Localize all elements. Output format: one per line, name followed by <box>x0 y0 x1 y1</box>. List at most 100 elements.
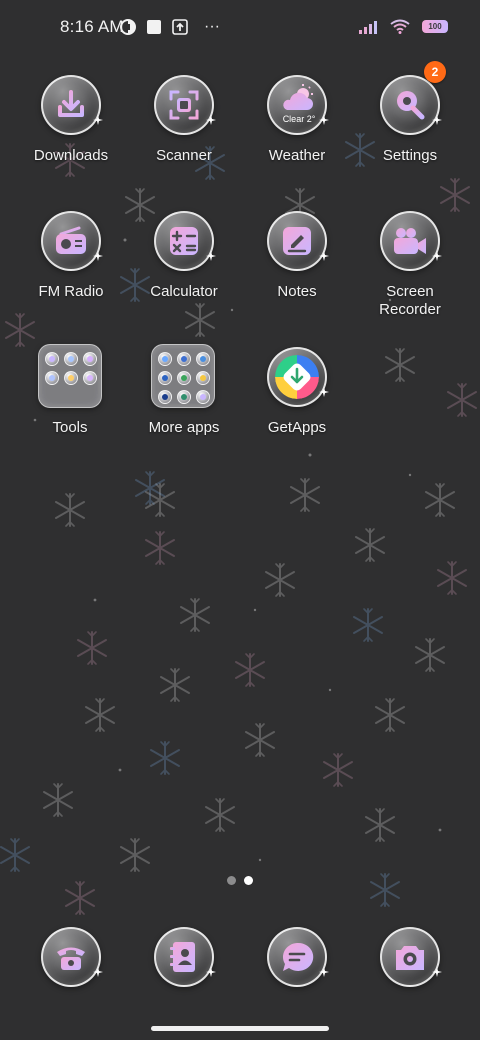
battery-level: 100 <box>428 22 442 31</box>
scanner-icon-button[interactable] <box>154 75 216 135</box>
sparkle-icon <box>206 251 216 261</box>
screen-recorder-icon-button[interactable] <box>380 211 442 271</box>
more-notifications-icon: ··· <box>204 18 220 35</box>
mini-app-icon <box>83 352 97 366</box>
dock-contacts[interactable] <box>154 927 216 987</box>
app-getapps[interactable] <box>267 347 329 407</box>
calculator-icon <box>170 227 198 255</box>
getapps-label[interactable]: GetApps <box>237 419 357 437</box>
sparkle-icon <box>206 967 216 977</box>
dock-phone[interactable] <box>41 927 103 987</box>
sparkle-icon <box>432 115 442 125</box>
camera-icon <box>396 946 424 970</box>
app-settings[interactable]: 2 <box>380 61 446 135</box>
square-notification-icon <box>147 20 161 34</box>
page-indicator[interactable] <box>0 876 480 885</box>
folder-more-apps[interactable] <box>151 344 215 408</box>
mini-app-icon <box>45 352 59 366</box>
status-bar: 8:16 AM ··· 100 <box>0 0 480 56</box>
upload-icon <box>172 19 188 35</box>
sparkle-icon <box>206 115 216 125</box>
getapps-logo-icon <box>275 355 319 399</box>
dock-messages[interactable] <box>267 927 329 987</box>
sparkle-icon <box>93 115 103 125</box>
app-scanner[interactable] <box>154 75 216 135</box>
notes-icon <box>283 227 311 255</box>
notes-icon-button[interactable] <box>267 211 329 271</box>
sparkle-icon <box>319 115 329 125</box>
home-indicator[interactable] <box>151 1026 329 1031</box>
contacts-icon <box>170 942 195 972</box>
battery-icon: 100 <box>422 20 448 33</box>
mini-app-icon <box>158 352 172 366</box>
folder-tools[interactable] <box>38 344 102 408</box>
screen-recorder-label[interactable]: Screen Recorder <box>350 283 470 319</box>
mini-app-icon <box>177 371 191 385</box>
camera-icon-button[interactable] <box>380 927 442 987</box>
mini-app-icon <box>196 352 210 366</box>
downloads-icon-button[interactable] <box>41 75 103 135</box>
fm-radio-icon-button[interactable] <box>41 211 103 271</box>
phone-icon <box>57 947 85 970</box>
video-camera-icon <box>394 228 426 254</box>
weather-label[interactable]: Weather <box>237 147 357 165</box>
downloads-label[interactable]: Downloads <box>11 147 131 165</box>
mini-app-icon <box>45 371 59 385</box>
tools-label[interactable]: Tools <box>10 419 130 437</box>
mini-app-icon <box>83 371 97 385</box>
wifi-icon <box>390 19 410 34</box>
data-saver-icon <box>120 19 136 35</box>
mini-app-icon <box>177 352 191 366</box>
mini-app-icon <box>196 390 210 404</box>
messages-icon <box>282 942 314 971</box>
status-time: 8:16 AM <box>60 17 124 36</box>
app-notes[interactable] <box>267 211 329 271</box>
weather-icon <box>283 84 313 110</box>
app-downloads[interactable] <box>41 75 103 135</box>
mini-app-icon <box>64 352 78 366</box>
app-screen-recorder[interactable] <box>380 211 442 271</box>
tools-folder-icon[interactable] <box>38 344 102 408</box>
mini-app-icon <box>64 371 78 385</box>
status-system-icons: 100 <box>358 19 448 34</box>
fm-radio-label[interactable]: FM Radio <box>11 283 131 301</box>
mini-app-icon <box>158 371 172 385</box>
scanner-icon <box>169 90 199 120</box>
page-dot-active[interactable] <box>244 876 253 885</box>
sparkle-icon <box>93 967 103 977</box>
weather-icon-button[interactable]: Clear 2° <box>267 75 329 135</box>
messages-icon-button[interactable] <box>267 927 329 987</box>
sparkle-icon <box>319 967 329 977</box>
scanner-label[interactable]: Scanner <box>124 147 244 165</box>
phone-icon-button[interactable] <box>41 927 103 987</box>
settings-icon <box>397 91 425 120</box>
status-notification-icons: ··· <box>120 18 220 36</box>
sparkle-icon <box>432 251 442 261</box>
signal-icon <box>359 20 377 34</box>
app-calculator[interactable] <box>154 211 216 271</box>
mini-app-icon <box>158 390 172 404</box>
app-weather[interactable]: Clear 2° <box>267 75 329 135</box>
more-apps-folder-icon[interactable] <box>151 344 215 408</box>
mini-app-icon <box>196 371 210 385</box>
sparkle-icon <box>319 251 329 261</box>
mini-app-icon <box>177 390 191 404</box>
settings-label[interactable]: Settings <box>350 147 470 165</box>
calculator-icon-button[interactable] <box>154 211 216 271</box>
settings-icon-button[interactable]: 2 <box>380 61 446 135</box>
sparkle-icon <box>93 251 103 261</box>
more-apps-label[interactable]: More apps <box>124 419 244 437</box>
getapps-icon <box>275 355 319 399</box>
app-fm-radio[interactable] <box>41 211 103 271</box>
radio-icon <box>56 226 86 254</box>
sparkle-icon <box>432 967 442 977</box>
contacts-icon-button[interactable] <box>154 927 216 987</box>
settings-notification-badge: 2 <box>424 61 446 83</box>
page-dot[interactable] <box>227 876 236 885</box>
getapps-icon-button[interactable] <box>267 347 329 407</box>
notes-label[interactable]: Notes <box>237 283 357 301</box>
calculator-label[interactable]: Calculator <box>124 283 244 301</box>
download-icon <box>58 90 84 117</box>
sparkle-icon <box>319 387 329 397</box>
dock-camera[interactable] <box>380 927 442 987</box>
